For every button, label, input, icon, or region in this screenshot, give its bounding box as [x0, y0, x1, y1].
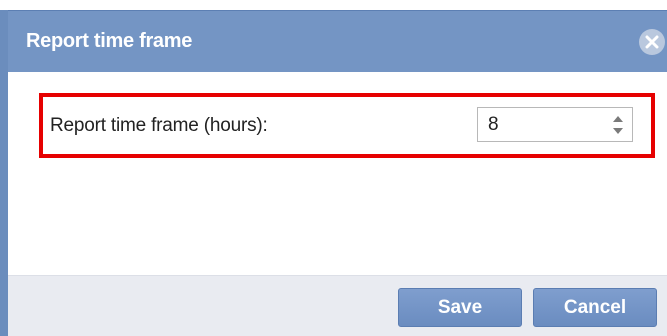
dialog-titlebar: Report time frame	[8, 10, 667, 72]
report-time-frame-value[interactable]: 8	[488, 114, 499, 136]
close-icon[interactable]	[639, 29, 665, 55]
report-time-frame-label: Report time frame (hours):	[50, 115, 268, 136]
cancel-button[interactable]: Cancel	[533, 288, 657, 327]
dialog-footer: Save Cancel	[8, 275, 667, 336]
spinner-arrows-icon[interactable]	[611, 114, 625, 136]
dialog-content: Report time frame (hours): 8	[8, 72, 667, 275]
save-button[interactable]: Save	[398, 288, 522, 327]
report-time-frame-dialog: Report time frame Report time frame (hou…	[0, 10, 667, 336]
dialog-title: Report time frame	[26, 30, 193, 52]
report-time-frame-input[interactable]: 8	[477, 107, 633, 142]
